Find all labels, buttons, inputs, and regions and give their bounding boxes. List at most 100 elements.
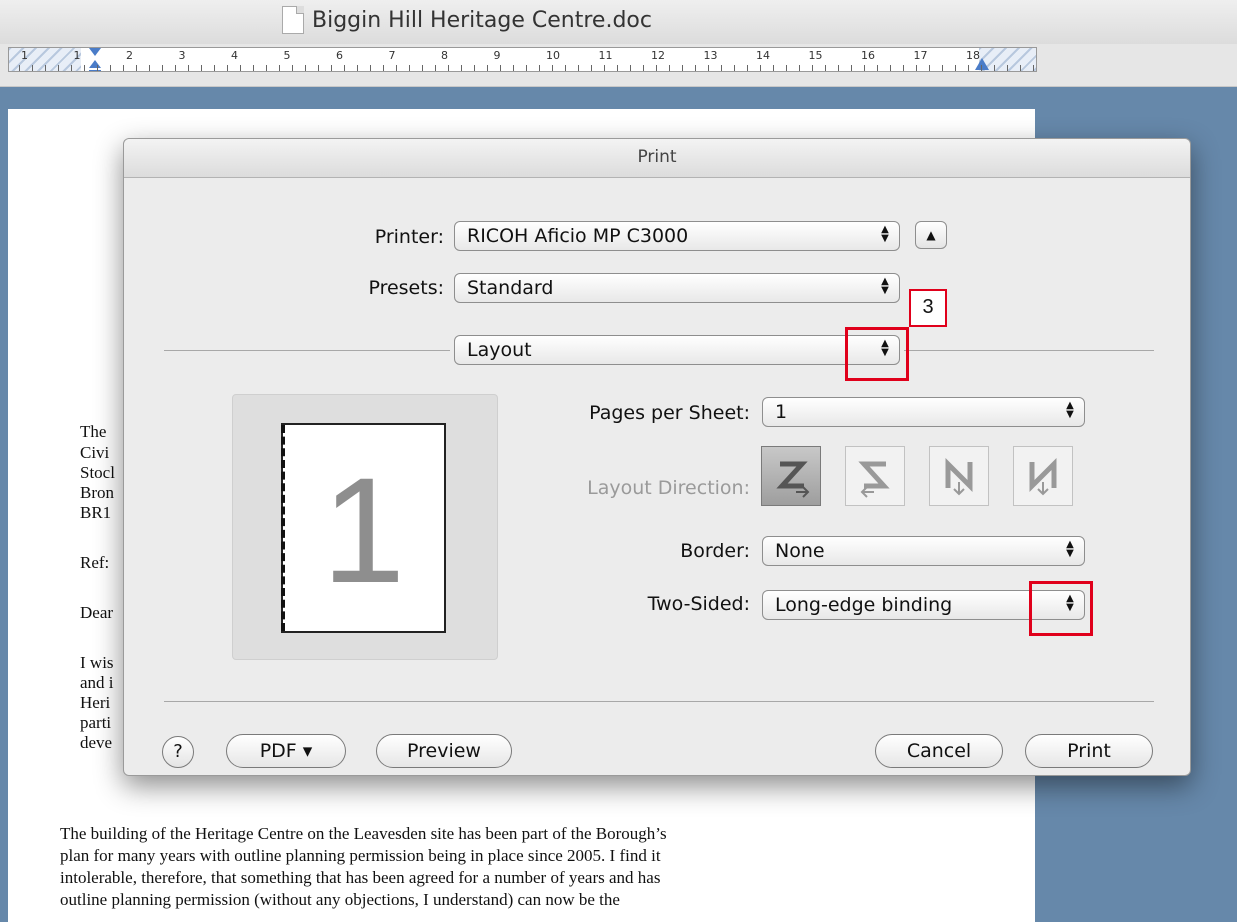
highlight-two-sided-arrows [1029,581,1093,636]
horizontal-ruler[interactable]: 1 1 2 3 4 5 6 7 8 9 10 11 12 13 14 15 16 17 18 [8,47,1037,72]
ruler-tick [435,65,436,71]
ruler-tick [97,65,98,71]
two-sided-label: Two-Sided: [647,593,750,615]
ruler-tick [825,65,826,71]
ruler-tick [981,65,982,71]
ruler-number: 8 [441,49,448,62]
preview-button[interactable]: Preview [376,734,512,768]
ruler-tick [864,65,865,71]
ruler-tick [565,65,566,71]
triangle-up-icon: ▲ [926,228,936,242]
ruler-tick [162,65,163,71]
updown-arrows-icon: ▲ ▼ [1066,539,1074,559]
ruler-tick [1007,65,1008,71]
letter-fragment: BR1 [80,503,112,522]
ruler-number: 16 [861,49,875,62]
document-icon [282,6,304,34]
presets-label: Presets: [368,277,444,299]
letter-fragment: Stocl [80,463,115,482]
layout-direction-label: Layout Direction: [587,477,750,499]
ruler-tick [760,65,761,71]
separator-line-right [904,350,1154,351]
ruler-tick [604,65,605,71]
pages-per-sheet-select[interactable]: 1 ▲ ▼ [762,397,1085,427]
panel-value: Layout [467,339,532,361]
ruler-tick [461,65,462,71]
ruler-tick [71,65,72,71]
letter-fragment: The [80,422,107,441]
indent-marker-icon[interactable] [89,48,101,72]
pdf-menu-button[interactable]: PDF ▾ [226,734,346,768]
layout-direction-z-button[interactable] [761,446,821,506]
s-direction-icon [858,461,890,498]
border-select[interactable]: None ▲ ▼ [762,536,1085,566]
ruler-number: 14 [756,49,770,62]
ruler-tick [786,65,787,71]
ruler-tick [799,65,800,71]
body-line-1: The building of the Heritage Centre on t… [60,824,667,843]
ruler-number: 9 [493,49,501,62]
presets-value: Standard [467,277,554,299]
ruler-tick [58,65,59,71]
layout-direction-s-button [845,446,905,506]
ruler-tick [721,65,722,71]
ruler-tick [513,65,514,71]
ruler-tick [812,65,813,71]
updown-arrows-icon: ▲ ▼ [1066,400,1074,420]
n-direction-icon [945,457,973,496]
ruler-tick [214,65,215,71]
ruler-tick [357,65,358,71]
pages-per-sheet-value: 1 [775,401,788,423]
ruler-tick [500,65,501,71]
ruler-number: 3 [178,49,186,62]
ruler-tick [708,65,709,71]
panel-select[interactable]: Layout ▲ ▼ [454,335,900,365]
ruler-tick [877,65,878,71]
letter-fragment: Heri [80,693,111,712]
ruler-tick [773,65,774,71]
ruler-tick [838,65,839,71]
ruler-tick [968,65,969,71]
ruler-tick [643,65,644,71]
two-sided-value: Long-edge binding [775,594,953,616]
ruler-tick [487,65,488,71]
reverse-n-direction-icon [1029,457,1057,496]
ruler-tick [344,65,345,71]
ruler-tick [292,65,293,71]
ruler-tick [383,65,384,71]
ruler-tick [32,65,33,71]
ruler-tick [669,65,670,71]
collapse-details-button[interactable]: ▲ [915,221,947,249]
ruler-tick [474,65,475,71]
pages-per-sheet-label: Pages per Sheet: [589,402,750,424]
window-title: Biggin Hill Heritage Centre.doc [312,7,652,33]
print-button[interactable]: Print [1025,734,1153,768]
ruler-number: 2 [126,49,133,62]
presets-select[interactable]: Standard ▲ ▼ [454,273,900,303]
ruler-tick [45,65,46,71]
help-button[interactable]: ? [162,736,194,768]
body-line-3: intolerable, therefore, that something t… [60,868,661,887]
ruler-tick [656,65,657,71]
ruler-tick [409,65,410,71]
z-direction-icon [776,461,810,498]
ruler-number: 5 [283,49,291,62]
cancel-button[interactable]: Cancel [875,734,1003,768]
border-label: Border: [680,540,750,562]
ruler-number: 7 [388,49,396,62]
letter-fragment: Ref: [80,553,110,572]
ruler-number: 15 [808,49,823,62]
ruler-tick [396,65,397,71]
ruler-tick [1020,65,1021,71]
ruler-tick [747,65,748,71]
ruler-tick [136,65,137,71]
ruler-tick [539,65,540,71]
ruler-tick [578,65,579,71]
letter-fragment: deve [80,733,113,752]
ruler-number: 11 [598,49,613,62]
body-line-4: outline planning permission (without any… [60,890,620,909]
letter-fragment: parti [80,713,112,732]
ruler-tick [253,65,254,71]
letter-fragment: I wis [80,653,114,672]
printer-select[interactable]: RICOH Aficio MP C3000 ▲ ▼ [454,221,900,251]
